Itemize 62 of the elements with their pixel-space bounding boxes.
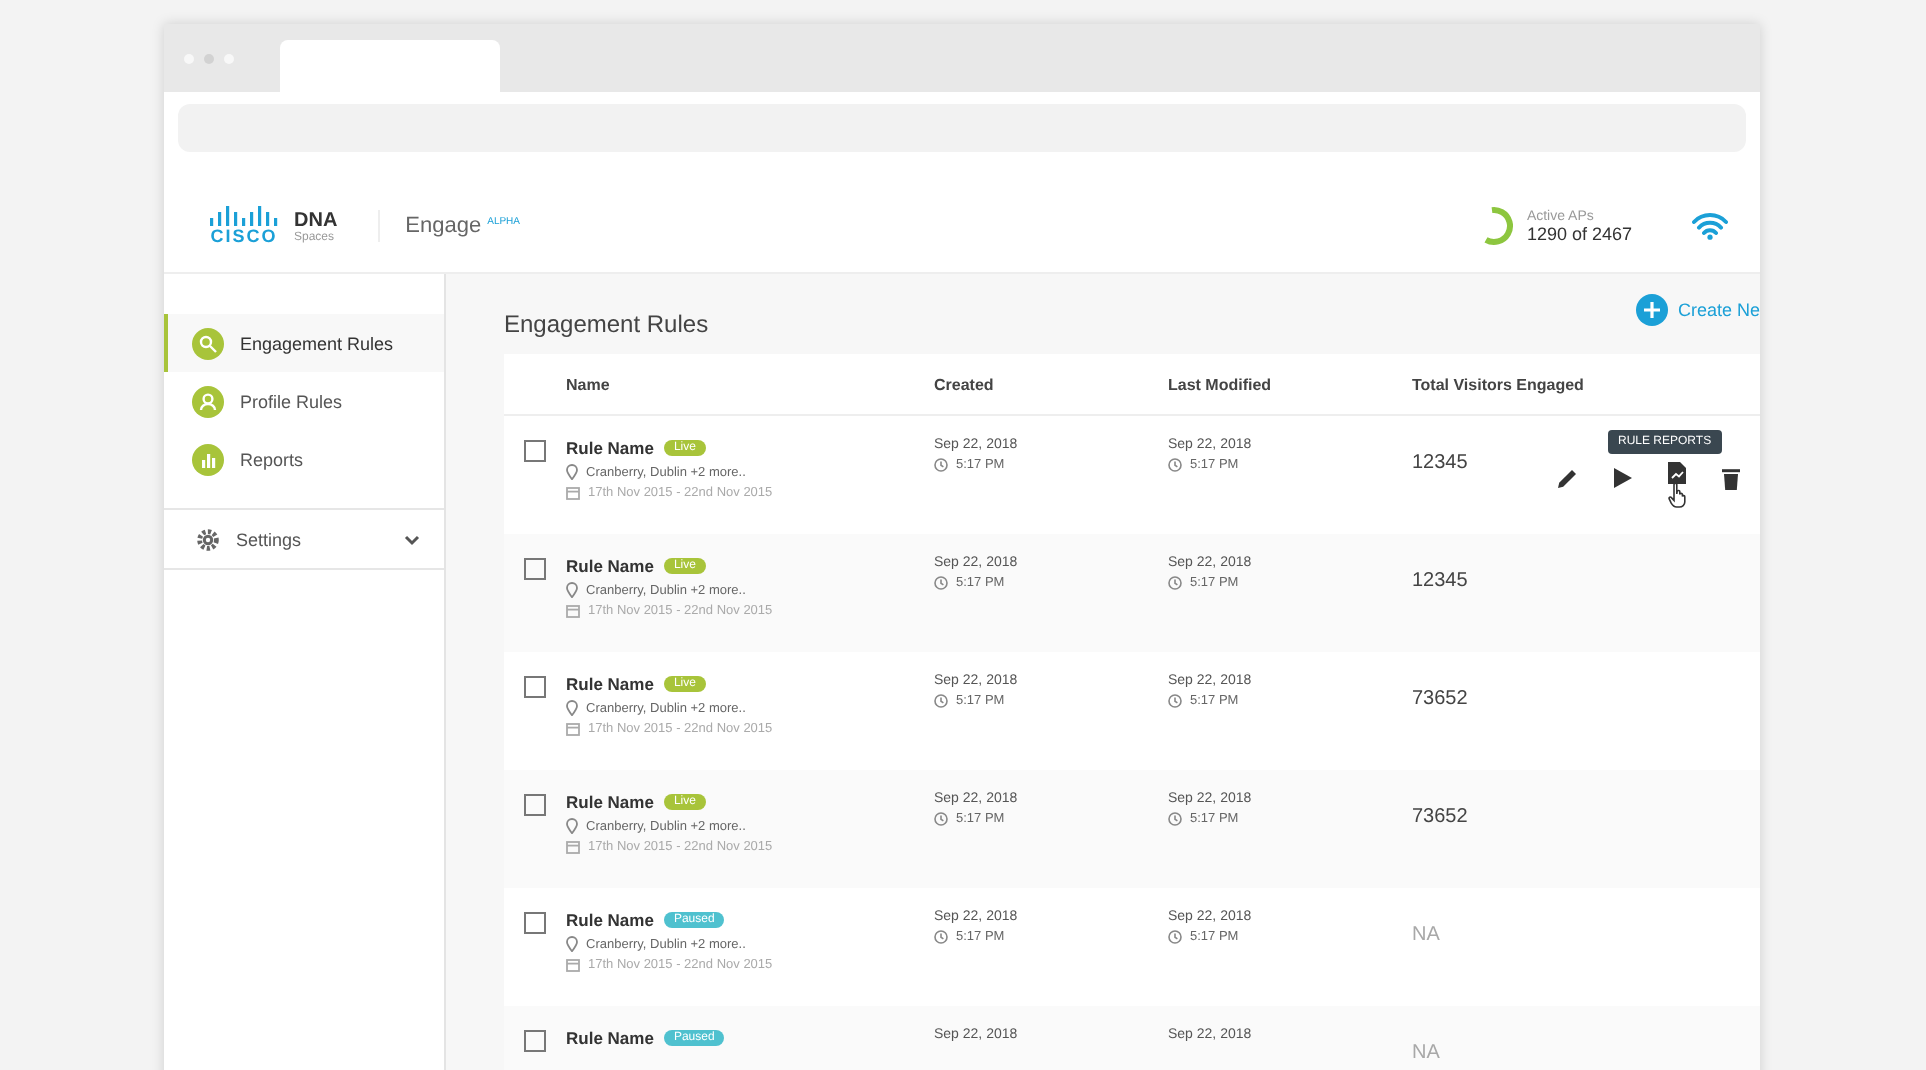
visitor-count: NA	[1412, 924, 1442, 946]
visitor-count: NA	[1412, 1042, 1442, 1064]
rules-icon	[192, 327, 224, 359]
column-header[interactable]: Total Visitors Engaged	[1412, 375, 1584, 393]
product-name: DNA	[294, 209, 338, 231]
rule-name: Rule Name	[566, 556, 654, 576]
clock-icon	[934, 458, 948, 472]
pin-icon	[566, 464, 578, 480]
clock-icon	[1168, 458, 1182, 472]
pin-icon	[566, 818, 578, 834]
visitor-count: 12345	[1412, 570, 1470, 592]
calendar-icon	[566, 486, 580, 500]
calendar-icon	[566, 604, 580, 618]
clock-icon	[1168, 812, 1182, 826]
rule-name: Rule Name	[566, 910, 654, 930]
chevron-icon	[404, 533, 420, 545]
clock-icon	[1168, 576, 1182, 590]
clock-icon	[934, 694, 948, 708]
calendar-icon	[566, 840, 580, 854]
visitor-count: 12345	[1412, 452, 1470, 474]
plus-icon	[1635, 294, 1668, 326]
sidebar-item[interactable]: Profile Rules	[164, 372, 444, 430]
row-checkbox[interactable]	[524, 440, 546, 462]
row-checkbox[interactable]	[524, 676, 546, 698]
column-header[interactable]: Created	[934, 375, 1168, 393]
report-icon[interactable]	[1668, 462, 1686, 484]
aps-value: 1290 of 2467	[1526, 223, 1632, 243]
visitor-count: 73652	[1412, 806, 1470, 828]
hand-cursor-icon	[1668, 482, 1688, 508]
pin-icon	[566, 700, 578, 716]
clock-icon	[1168, 930, 1182, 944]
pin-icon	[566, 936, 578, 952]
clock-icon	[934, 930, 948, 944]
calendar-icon	[566, 722, 580, 736]
app-name: Engage	[405, 214, 482, 238]
clock-icon	[1168, 694, 1182, 708]
edit-icon[interactable]	[1556, 467, 1578, 489]
rule-name: Rule Name	[566, 674, 654, 694]
rule-name: Rule Name	[566, 792, 654, 812]
cisco-bars-icon	[208, 206, 280, 226]
column-header[interactable]: Last Modified	[1168, 375, 1412, 393]
chart-icon	[192, 443, 224, 475]
rule-name: Rule Name	[566, 1028, 654, 1048]
sidebar-item[interactable]: Engagement Rules	[164, 314, 444, 372]
clock-icon	[934, 576, 948, 590]
settings-menu[interactable]: Settings	[164, 510, 444, 570]
wifi-icon[interactable]	[1692, 212, 1728, 240]
sidebar-item[interactable]: Reports	[164, 430, 444, 488]
visitor-count: 73652	[1412, 688, 1470, 710]
page-title: Engagement Rules	[504, 310, 709, 338]
clock-icon	[934, 812, 948, 826]
play-icon[interactable]	[1614, 468, 1632, 488]
row-checkbox[interactable]	[524, 794, 546, 816]
column-header[interactable]: Name	[566, 375, 934, 393]
settings-icon	[196, 527, 220, 551]
row-checkbox[interactable]	[524, 558, 546, 580]
trash-icon[interactable]	[1722, 467, 1740, 489]
brand-text: CISCO	[210, 226, 278, 246]
person-icon	[192, 385, 224, 417]
calendar-icon	[566, 958, 580, 972]
rule-name: Rule Name	[566, 438, 654, 458]
pin-icon	[566, 582, 578, 598]
